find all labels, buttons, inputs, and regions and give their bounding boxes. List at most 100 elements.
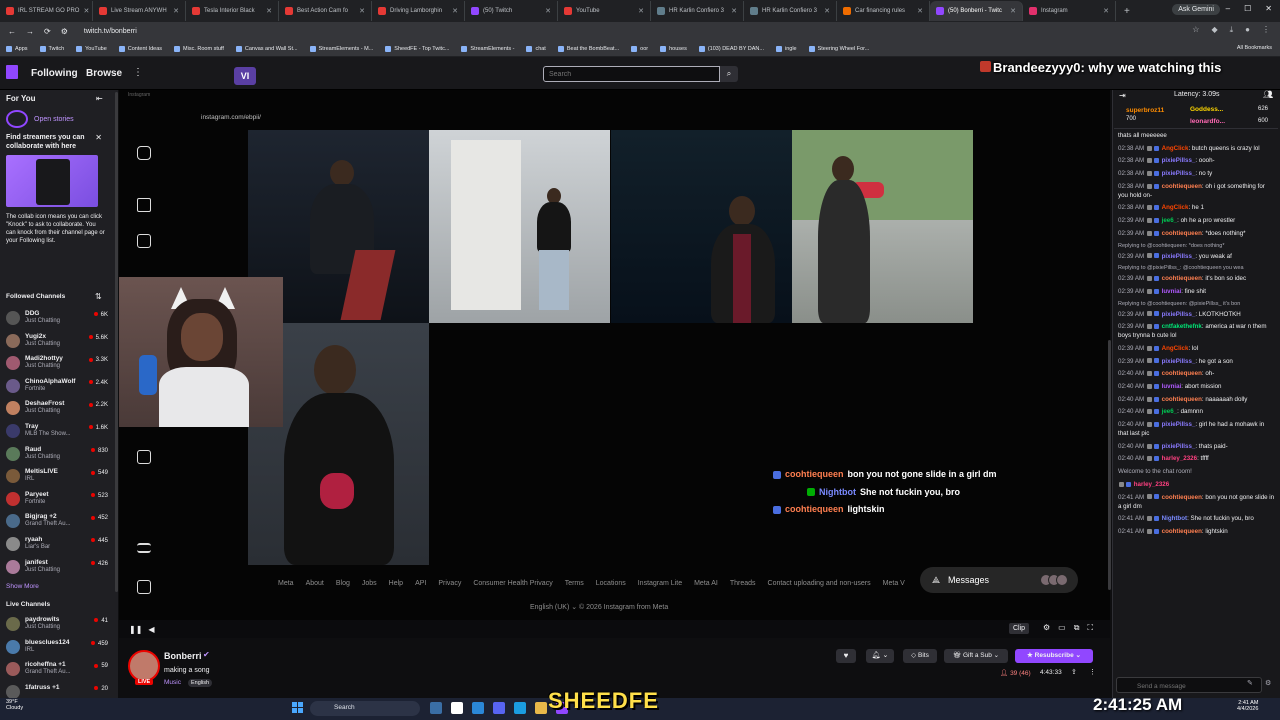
sidebar-channel[interactable]: Paryeet Fortnite 523 xyxy=(6,491,108,513)
close-tab-icon[interactable]: ✕ xyxy=(917,7,923,15)
sidebar-channel[interactable]: ryaah Liar's Bar 445 xyxy=(6,536,108,558)
chat-username[interactable]: jee6_ xyxy=(1162,408,1177,415)
bookmark-item[interactable]: Beat the BombBeat... xyxy=(557,45,619,52)
browser-tab[interactable]: HR Karlin Confiero 3 ✕ xyxy=(651,1,744,21)
folder-icon[interactable] xyxy=(535,702,547,714)
ig-footer-link[interactable]: Meta AI xyxy=(694,580,718,587)
chat-username[interactable]: coohtiequeen xyxy=(1162,230,1202,237)
ig-footer-link[interactable]: Contact uploading and non-users xyxy=(768,580,871,587)
close-tab-icon[interactable]: ✕ xyxy=(638,7,644,15)
ig-footer-link[interactable]: Privacy xyxy=(438,580,461,587)
chat-username[interactable]: coohtiequeen xyxy=(1162,528,1202,535)
maximize-icon[interactable]: ☐ xyxy=(1244,4,1251,13)
chat-username[interactable]: luvniai xyxy=(1162,288,1182,295)
search-icon[interactable]: ⌕ xyxy=(720,66,738,82)
bookmark-item[interactable]: Content Ideas xyxy=(118,45,162,52)
bookmark-item[interactable]: StreamElements - M... xyxy=(309,45,373,52)
ig-footer-link[interactable]: About xyxy=(306,580,324,587)
chat-username[interactable]: harley_2326 xyxy=(1162,455,1197,462)
chat-username[interactable]: coohtiequeen xyxy=(1162,494,1202,501)
streamer-avatar[interactable] xyxy=(128,650,160,682)
browser-menu-icon[interactable]: ⋮ xyxy=(1262,25,1270,35)
bookmark-item[interactable]: chat xyxy=(526,45,546,52)
sidebar-channel[interactable]: Madi2hottyy Just Chatting 3.3K xyxy=(6,355,108,377)
open-stories-link[interactable]: Open stories xyxy=(6,110,74,128)
bookmark-star-icon[interactable]: ☆ xyxy=(1192,25,1199,35)
bookmark-item[interactable]: YouTube xyxy=(76,45,107,52)
close-tab-icon[interactable]: ✕ xyxy=(266,7,272,15)
chat-settings-icon[interactable]: ⚙ xyxy=(1265,679,1271,687)
clip-button[interactable]: Clip xyxy=(1009,623,1030,634)
chat-username[interactable]: AngClick xyxy=(1162,345,1189,352)
ig-footer-link[interactable]: Locations xyxy=(596,580,626,587)
twitch-search-input[interactable] xyxy=(543,66,720,82)
bits-button[interactable]: ◇ Bits xyxy=(903,649,937,663)
fullscreen-icon[interactable]: ⛶ xyxy=(1087,623,1093,633)
sidebar-channel[interactable]: Raud Just Chatting 830 xyxy=(6,446,108,468)
close-tab-icon[interactable]: ✕ xyxy=(824,7,830,15)
url-field[interactable]: twitch.tv/bonberri xyxy=(84,28,137,35)
chat-username[interactable]: coohtiequeen xyxy=(1162,370,1202,377)
stream-category-link[interactable]: Music xyxy=(164,679,181,686)
theatre-mode-icon[interactable]: ▭ xyxy=(1058,623,1066,633)
close-tab-icon[interactable]: ✕ xyxy=(1010,7,1016,15)
browser-tab[interactable]: (50) Twitch ✕ xyxy=(465,1,558,21)
profile-icon[interactable]: ● xyxy=(1245,25,1250,35)
close-tab-icon[interactable]: ✕ xyxy=(173,7,179,15)
nav-following-link[interactable]: Following xyxy=(31,68,78,79)
show-more-link[interactable]: Show More xyxy=(6,583,39,590)
browser-tab[interactable]: Instagram ✕ xyxy=(1023,1,1116,21)
browser-tab[interactable]: Tesla Interior Black ✕ xyxy=(186,1,279,21)
bookmark-item[interactable]: SheedFE - Top Twitc... xyxy=(385,45,449,52)
collapse-chat-icon[interactable]: ⇥ xyxy=(1119,91,1126,100)
leaderboard-user[interactable]: Goddess... xyxy=(1190,106,1223,113)
sidebar-channel[interactable]: Bigjrag +2 Grand Theft Au... 452 xyxy=(6,513,108,535)
sidebar-channel[interactable]: DDG Just Chatting 6K xyxy=(6,310,108,332)
new-tab-icon[interactable]: + xyxy=(1116,6,1130,17)
taskbar-search-box[interactable]: Search xyxy=(310,701,420,716)
minimize-icon[interactable]: – xyxy=(1226,4,1230,13)
twitch-logo-icon[interactable] xyxy=(6,65,18,79)
settings-gear-icon[interactable]: ⚙ xyxy=(1043,623,1050,633)
browser-tab[interactable]: Car financing rules ✕ xyxy=(837,1,930,21)
reload-icon[interactable]: ⟳ xyxy=(44,27,51,36)
chat-username[interactable]: pixiePillss_ xyxy=(1162,253,1196,260)
follow-heart-button[interactable]: ♥ xyxy=(836,649,856,663)
stream-language-tag[interactable]: English xyxy=(188,679,213,687)
more-actions-icon[interactable]: ⋮ xyxy=(1089,668,1096,676)
bookmark-item[interactable]: (103) DEAD BY DAN... xyxy=(698,45,764,52)
chat-username[interactable]: coohtiequeen xyxy=(1162,183,1202,190)
close-window-icon[interactable]: ✕ xyxy=(1265,4,1272,13)
bookmark-item[interactable]: houses xyxy=(660,45,687,52)
chat-username[interactable]: cntfakethefnk xyxy=(1162,323,1202,330)
browser-tab[interactable]: Live Stream ANYWH ✕ xyxy=(93,1,186,21)
close-tab-icon[interactable]: ✕ xyxy=(452,7,458,15)
sidebar-channel[interactable]: Yugi2x Just Chatting 5.6K xyxy=(6,333,108,355)
site-info-icon[interactable]: ⚙ xyxy=(61,27,68,36)
sidebar-channel[interactable]: bluesclues124 IRL 459 xyxy=(6,639,108,661)
chat-username[interactable]: pixiePillss_ xyxy=(1162,358,1196,365)
edge-icon[interactable] xyxy=(472,702,484,714)
chat-username[interactable]: pixiePillss_ xyxy=(1162,421,1196,428)
discord-icon[interactable] xyxy=(493,702,505,714)
notifications-bell-button[interactable]: 🔔︎ ⌄ xyxy=(866,649,894,663)
close-tab-icon[interactable]: ✕ xyxy=(545,7,551,15)
gift-sub-button[interactable]: 🎁︎ Gift a Sub ⌄ xyxy=(944,649,1008,663)
back-icon[interactable]: ← xyxy=(8,27,16,36)
ig-footer-link[interactable]: Consumer Health Privacy xyxy=(473,580,552,587)
close-tab-icon[interactable]: ✕ xyxy=(359,7,365,15)
bookmark-item[interactable]: Twitch xyxy=(39,45,64,52)
browser-tab[interactable]: (50) Bonberri - Twitc ✕ xyxy=(930,1,1023,21)
all-bookmarks-button[interactable]: All Bookmarks xyxy=(1237,45,1272,51)
ig-footer-link[interactable]: Terms xyxy=(565,580,584,587)
ig-footer-link[interactable]: API xyxy=(415,580,426,587)
chat-username[interactable]: luvniai xyxy=(1162,383,1182,390)
chrome-icon[interactable] xyxy=(451,702,463,714)
chat-username[interactable]: pixiePillss_ xyxy=(1162,170,1196,177)
close-icon[interactable]: ✕ xyxy=(95,133,102,142)
leaderboard-user[interactable]: leonardfo... xyxy=(1190,118,1225,125)
browser-tab[interactable]: YouTube ✕ xyxy=(558,1,651,21)
chat-username[interactable]: Nightbot xyxy=(1162,515,1187,522)
chat-username[interactable]: jee6_ xyxy=(1162,217,1177,224)
browser-tab[interactable]: HR Karlin Confiero 3 ✕ xyxy=(744,1,837,21)
